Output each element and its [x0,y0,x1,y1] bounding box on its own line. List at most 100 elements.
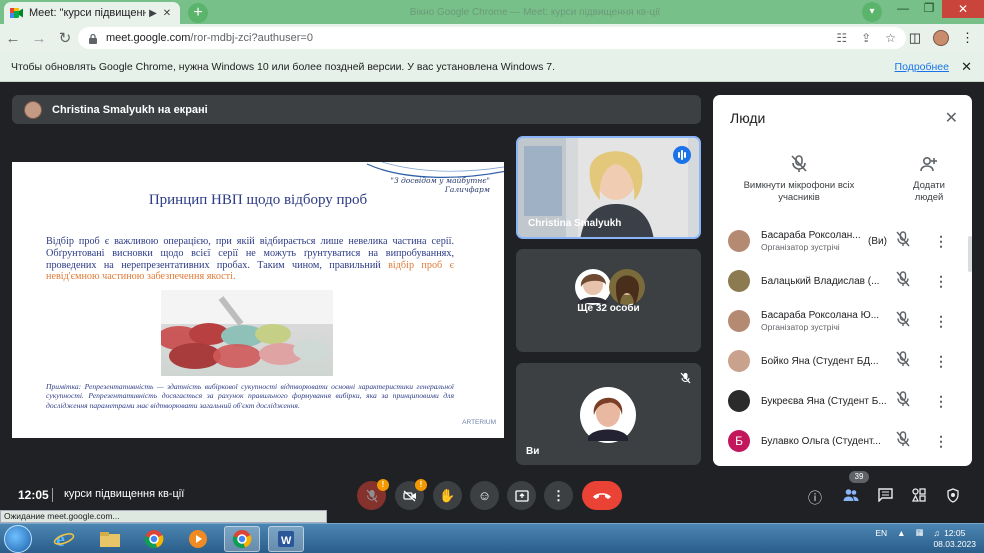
participant-avatar [728,230,750,252]
chrome-taskbar-icon[interactable] [136,526,172,552]
participant-mic-off-icon[interactable] [896,390,910,412]
mic-warning-badge: ! [377,479,389,491]
address-bar[interactable]: meet.google.com/ror-mdbj-zci?authuser=0 … [78,27,906,49]
participant-name: Басараба Роксолана Ю... [761,310,880,321]
word-taskbar-icon[interactable]: W [268,526,304,552]
time-separator [52,488,53,502]
taskbar-time: 12:05 [944,528,966,538]
update-infobar: Чтобы обновлять Google Chrome, нужна Win… [0,52,984,82]
participant-row[interactable]: Букреєва Яна (Студент Б... ⋮ [713,381,972,421]
window-controls: — ❐ ✕ [890,0,984,24]
infobar-more-link[interactable]: Подробнее [895,61,949,73]
ie-taskbar-icon[interactable]: e [46,526,82,552]
windows-taskbar: e W EN ▲ ▦ ♫ 12:05 08.03.2023 [0,523,984,553]
participant-mic-off-icon[interactable] [896,230,910,252]
tile-name: Christina Smalyukh [528,218,622,229]
add-people-button[interactable]: Додати людей [899,153,959,204]
participant-tile-others[interactable]: Ще 32 особи [516,249,701,352]
reactions-button[interactable]: ☺ [470,481,499,510]
tray-arrow-icon[interactable]: ▲ [897,528,905,538]
participant-more-icon[interactable]: ⋮ [934,273,948,290]
infobar-close-icon[interactable]: ✕ [961,59,972,75]
leave-call-button[interactable] [582,481,622,510]
participant-more-icon[interactable]: ⋮ [934,353,948,370]
participant-mic-off-icon[interactable] [896,310,910,332]
window-close-icon[interactable]: ✕ [942,0,984,18]
translate-icon[interactable]: ☷ [836,31,847,45]
meeting-details-icon[interactable]: ⓘ [808,488,822,508]
language-indicator[interactable]: EN [875,528,887,538]
participant-more-icon[interactable]: ⋮ [934,393,948,410]
tray-network-icon[interactable]: ▦ [916,527,924,538]
explorer-taskbar-icon[interactable] [92,526,128,552]
sidepanel-icon[interactable]: ◫ [909,30,921,46]
lock-icon [89,33,97,44]
participant-mic-off-icon[interactable] [896,350,910,372]
media-player-taskbar-icon[interactable] [180,526,216,552]
participant-text: Басараба Роксолана Ю... Організатор зустр… [761,310,886,332]
mute-all-icon [730,153,868,175]
mic-off-icon [366,489,377,502]
people-panel-title: Люди [730,110,766,126]
share-icon[interactable]: ⇪ [861,31,871,45]
forward-icon[interactable]: → [26,30,52,47]
tile-name: Ще 32 особи [577,303,640,314]
tab-search-icon[interactable]: ▾ [862,2,882,22]
chat-icon[interactable] [878,488,893,505]
meeting-name: курси підвищення кв-ції [64,488,185,500]
omnibox-actions: ☷ ⇪ ☆ [836,31,906,45]
participant-initial: Б [735,434,743,448]
participant-avatar [728,310,750,332]
minimize-icon[interactable]: — [890,0,916,18]
mute-all-label: Вимкнути мікрофони всіх учасників [743,180,855,203]
presenter-avatar [24,100,42,119]
bookmark-star-icon[interactable]: ☆ [885,31,896,45]
participant-more-icon[interactable]: ⋮ [934,233,948,250]
restore-icon[interactable]: ❐ [916,0,942,18]
participant-avatar [728,350,750,372]
participant-more-icon[interactable]: ⋮ [934,313,948,330]
present-button[interactable] [507,481,536,510]
participant-tile-self[interactable]: Ви [516,363,701,465]
more-options-button[interactable]: ⋮ [544,481,573,510]
new-tab-button[interactable]: + [188,3,208,23]
tab-strip: Meet: "курси підвищення к ▶ ✕ + Вікно Go… [0,0,984,24]
infobar-text: Чтобы обновлять Google Chrome, нужна Win… [11,60,556,73]
host-controls-icon[interactable] [946,488,960,506]
participant-avatar [728,390,750,412]
people-scrollbar[interactable] [968,236,972,272]
participant-mic-off-icon[interactable] [896,270,910,292]
participant-row[interactable]: Басараба Роксолана Ю... Організатор зустр… [713,301,972,341]
menu-kebab-icon[interactable]: ⋮ [961,30,974,46]
raise-hand-button[interactable]: ✋ [433,481,462,510]
mute-all-button[interactable]: Вимкнути мікрофони всіх учасників [730,153,868,204]
reload-icon[interactable]: ↻ [52,29,78,47]
tab-close-icon[interactable]: ✕ [160,8,174,19]
browser-tab[interactable]: Meet: "курси підвищення к ▶ ✕ [4,2,180,24]
back-icon[interactable]: ← [0,30,26,47]
chrome-active-taskbar-icon[interactable] [224,526,260,552]
participant-row[interactable]: Балацький Владислав (... ⋮ [713,261,972,301]
participant-name: Булавко Ольга (Студент... [761,435,881,447]
profile-avatar[interactable] [933,30,949,46]
meet-stage: Christina Smalyukh на екрані "З досвідом… [0,82,984,523]
taskbar-date: 08.03.2023 [933,539,976,549]
participant-tile-christina[interactable]: Christina Smalyukh [516,136,701,239]
petri-dishes-photo [161,290,333,376]
people-icon[interactable] [843,488,859,505]
tab-mute-icon[interactable]: ▶ [146,8,160,19]
participant-row[interactable]: Басараба Роксолан... Організатор зустрічі… [713,221,972,261]
participant-row[interactable]: Бойко Яна (Студент БД... ⋮ [713,341,972,381]
hangup-phone-icon [593,492,611,499]
participant-more-icon[interactable]: ⋮ [934,433,948,450]
taskbar-clock[interactable]: 12:05 08.03.2023 [933,528,976,550]
url-host: meet.google.com [106,32,191,44]
people-panel-close-icon[interactable]: ✕ [945,108,958,128]
add-person-icon [899,153,959,175]
slide-title: Принцип НВП щодо відбору проб [148,192,368,208]
activities-icon[interactable] [911,488,926,505]
participant-mic-off-icon[interactable] [896,430,910,452]
windows-start-button[interactable] [4,525,32,553]
participant-row[interactable]: Б Булавко Ольга (Студент... ⋮ [713,421,972,461]
url-path: /ror-mdbj-zci?authuser=0 [190,32,313,44]
